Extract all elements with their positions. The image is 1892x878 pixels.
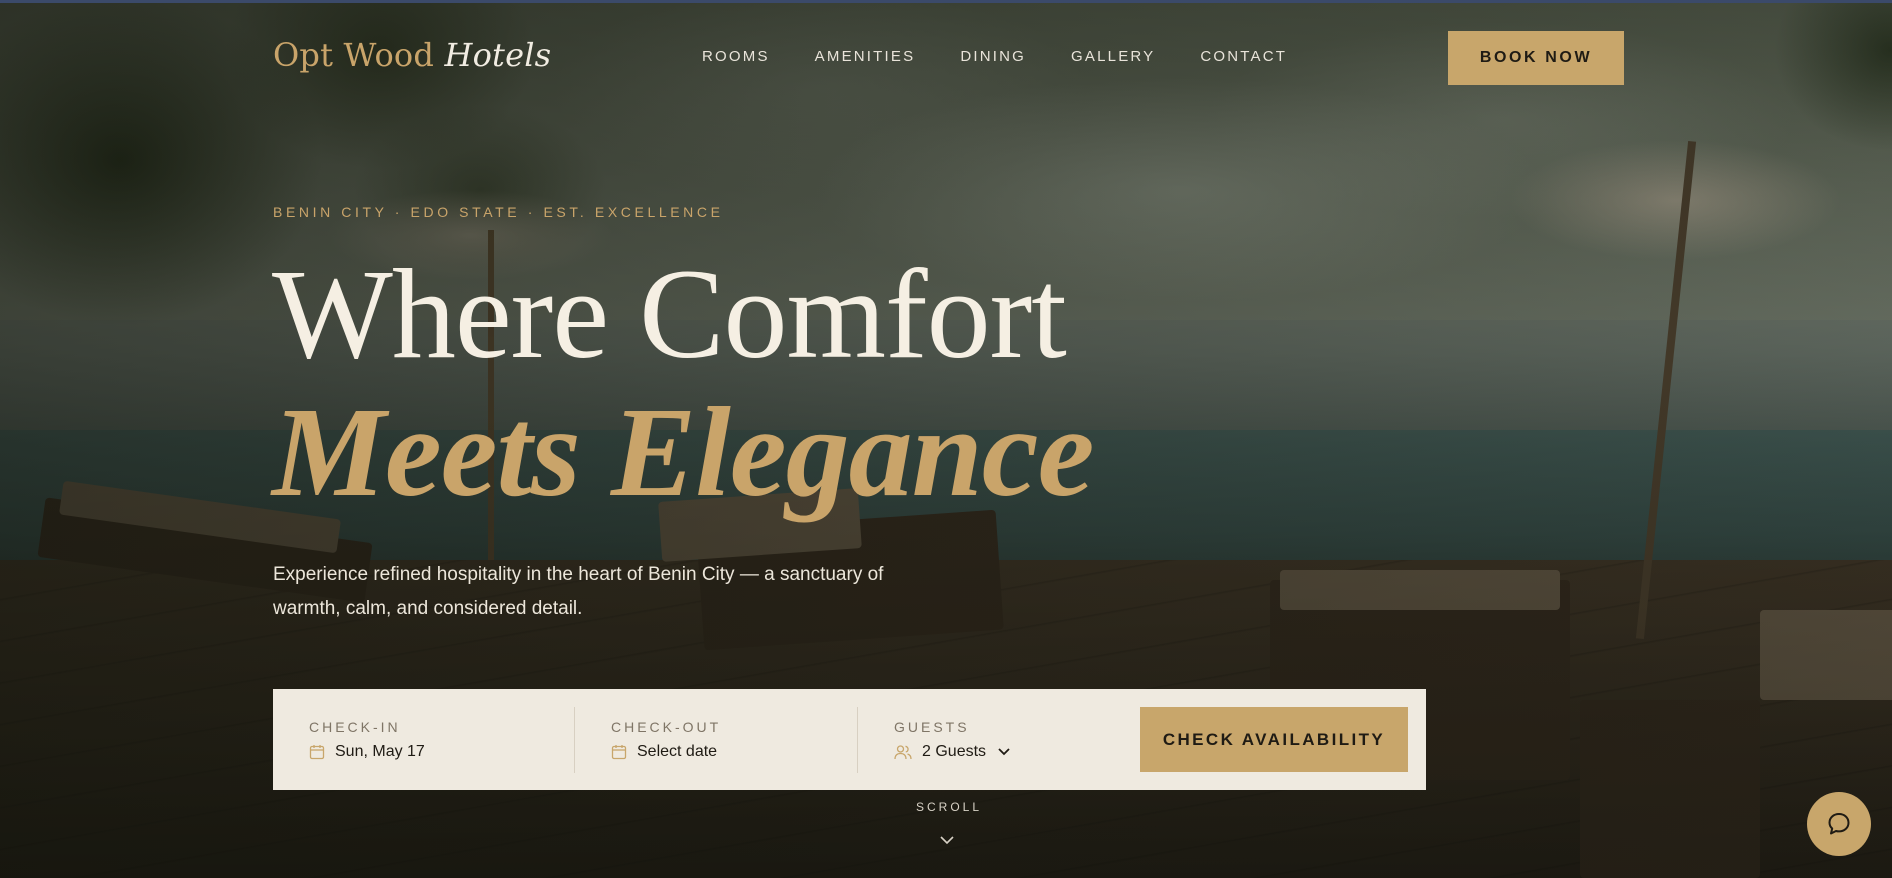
chevron-down-icon — [998, 747, 1010, 755]
scroll-label: SCROLL — [915, 800, 983, 814]
checkout-label: CHECK-OUT — [611, 718, 722, 735]
chevron-down-icon[interactable] — [940, 836, 954, 845]
checkin-field[interactable]: CHECK-IN Sun, May 17 — [273, 706, 575, 773]
book-now-button[interactable]: BOOK NOW — [1448, 31, 1624, 85]
nav-item-amenities[interactable]: AMENITIES — [815, 48, 916, 66]
main-nav: ROOMS AMENITIES DINING GALLERY CONTACT — [702, 48, 1332, 66]
chat-button[interactable] — [1807, 792, 1871, 856]
check-availability-button[interactable]: CHECK AVAILABILITY — [1140, 707, 1408, 772]
booking-bar: CHECK-IN Sun, May 17 CHECK-OUT Select da… — [273, 689, 1426, 790]
guests-label: GUESTS — [894, 718, 970, 735]
users-icon — [894, 744, 912, 759]
calendar-icon — [309, 744, 325, 759]
nav-item-rooms[interactable]: ROOMS — [702, 48, 770, 66]
checkout-value: Select date — [637, 742, 718, 760]
calendar-icon — [611, 744, 627, 759]
checkin-label: CHECK-IN — [309, 718, 401, 735]
top-accent-line — [0, 0, 1892, 3]
nav-item-contact[interactable]: CONTACT — [1200, 48, 1287, 66]
brand-logo[interactable]: Opt Wood Hotels — [273, 36, 551, 74]
brand-name-italic: Hotels — [444, 36, 552, 74]
nav-item-gallery[interactable]: GALLERY — [1071, 48, 1155, 66]
chat-bubble-icon — [1828, 813, 1850, 835]
checkin-value: Sun, May 17 — [335, 742, 425, 760]
hero-title-line1: Where Comfort — [272, 243, 1067, 385]
hero-title-line2: Meets Elegance — [272, 381, 1094, 523]
brand-name-plain: Opt Wood — [273, 36, 435, 74]
hero-kicker: BENIN CITY · EDO STATE · EST. EXCELLENCE — [273, 204, 724, 220]
guests-selector[interactable]: GUESTS 2 Guests — [858, 707, 1141, 773]
nav-item-dining[interactable]: DINING — [960, 48, 1026, 66]
guests-value: 2 Guests — [922, 742, 987, 760]
checkout-field[interactable]: CHECK-OUT Select date — [575, 706, 858, 773]
hero-lead: Experience refined hospitality in the he… — [273, 564, 884, 619]
